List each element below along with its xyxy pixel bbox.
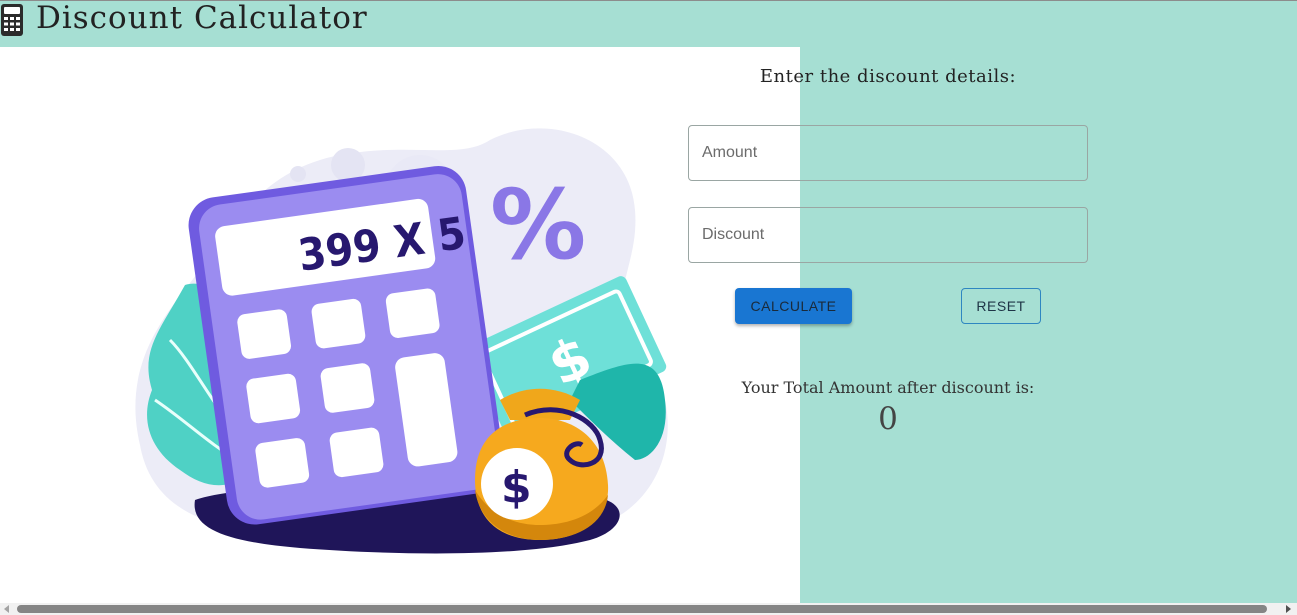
discount-illustration: $ % 399 X 5 $ (135, 128, 668, 554)
scrollbar-thumb[interactable] (17, 605, 1267, 613)
app-header: Discount Calculator (0, 0, 1297, 47)
result-label: Your Total Amount after discount is: (741, 378, 1035, 397)
discount-input[interactable] (689, 208, 1087, 262)
calculate-button[interactable]: CALCULATE (735, 288, 852, 324)
amount-field (688, 125, 1088, 181)
app-title: Discount Calculator (36, 0, 368, 36)
percent-symbol: % (490, 169, 586, 281)
discount-field (688, 207, 1088, 263)
horizontal-scrollbar[interactable] (0, 603, 1297, 615)
reset-button[interactable]: RESET (961, 288, 1041, 324)
scroll-right-arrow-icon[interactable] (1286, 605, 1291, 613)
scroll-left-arrow-icon[interactable] (4, 605, 9, 613)
result-value: 0 (878, 401, 898, 437)
money-bag-dollar-text: $ (501, 462, 532, 513)
reset-button-label: RESET (976, 298, 1026, 314)
calculator-icon (1, 4, 23, 36)
amount-input[interactable] (689, 126, 1087, 180)
form-heading: Enter the discount details: (759, 66, 1017, 87)
calculate-button-label: CALCULATE (750, 298, 837, 314)
